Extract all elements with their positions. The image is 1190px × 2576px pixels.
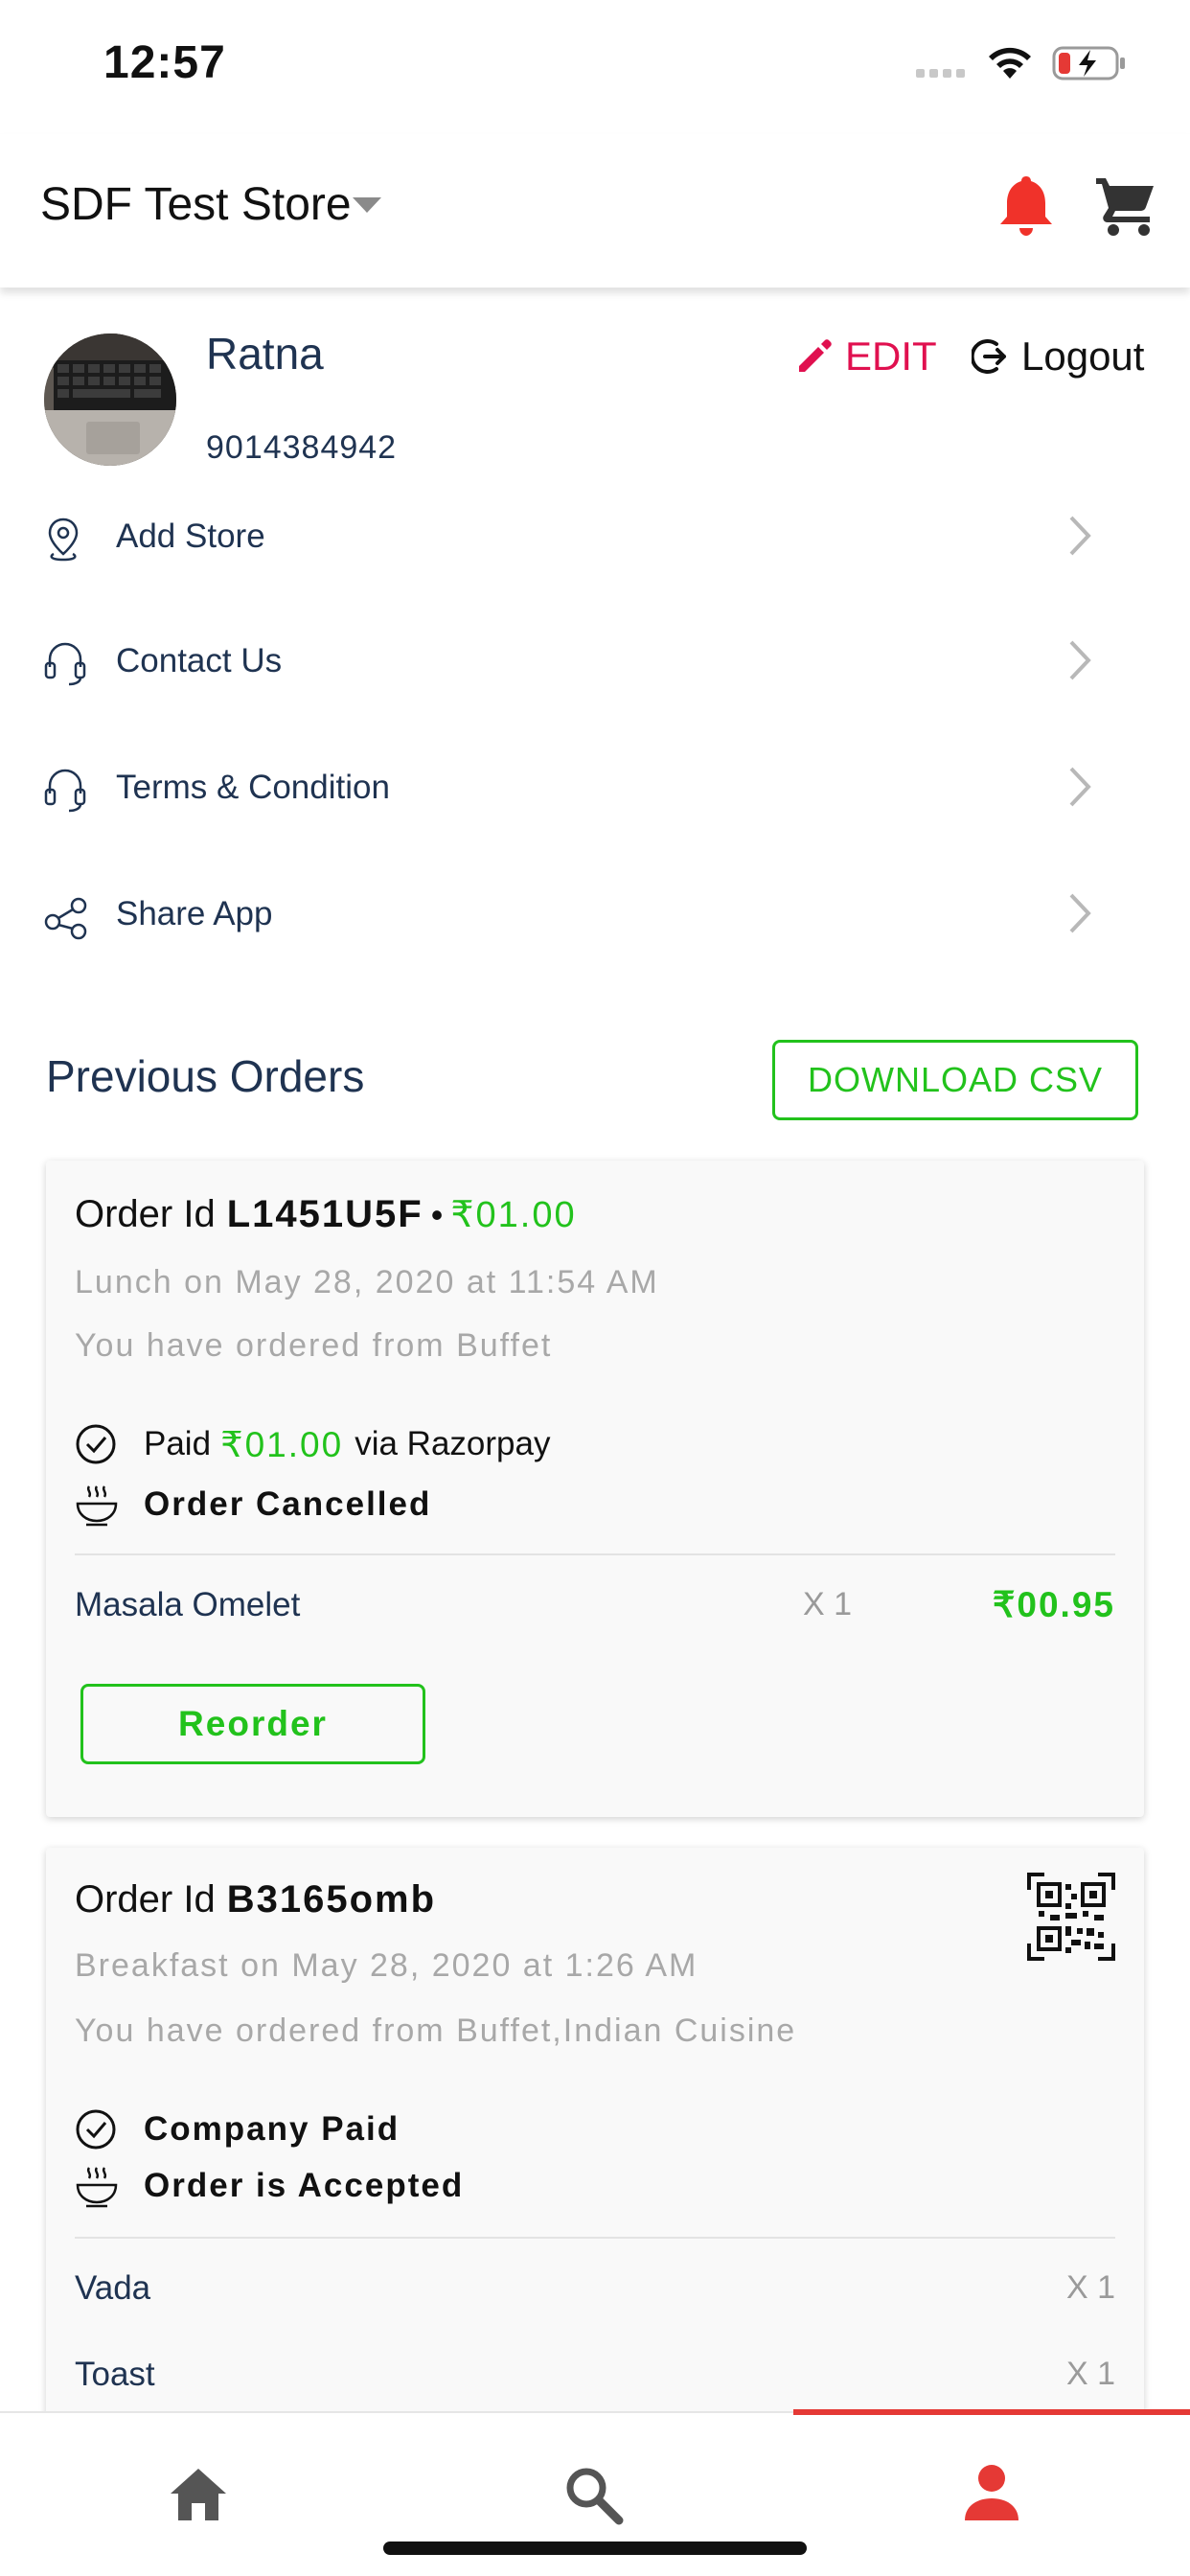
app-header: SDF Test Store xyxy=(0,134,1190,288)
payment-text: Company Paid xyxy=(144,2110,400,2148)
pencil-icon xyxy=(799,339,832,372)
profile-phone: 9014384942 xyxy=(206,429,398,466)
divider xyxy=(75,1553,1115,1555)
store-selector[interactable]: SDF Test Store xyxy=(40,178,352,231)
order-id-prefix: Order Id xyxy=(75,1193,216,1235)
status-bar: 12:57 xyxy=(0,0,1190,129)
order-id: L1451U5F xyxy=(226,1193,423,1235)
profile-icon[interactable] xyxy=(962,2463,1021,2522)
edit-label: EDIT xyxy=(845,334,937,379)
order-item-name: Toast xyxy=(75,2356,155,2393)
payment-amount: ₹01.00 xyxy=(220,1424,344,1464)
edit-profile-button[interactable]: EDIT xyxy=(795,334,937,380)
menu-item-add-store[interactable]: Add Store xyxy=(0,489,1190,594)
order-status-text: Order is Accepted xyxy=(144,2167,465,2204)
order-card[interactable]: Order Id B3165omb Breakfast on May 28, 2… xyxy=(46,1848,1144,2423)
qr-code-icon[interactable] xyxy=(1027,1873,1115,1961)
home-indicator xyxy=(383,2542,807,2555)
order-item-qty: X 1 xyxy=(1065,2356,1115,2392)
wifi-icon xyxy=(989,47,1031,79)
order-header: Order Id L1451U5F • ₹01.00 xyxy=(75,1193,577,1236)
profile-name: Ratna xyxy=(206,329,324,379)
share-icon xyxy=(44,897,87,940)
previous-orders-title: Previous Orders xyxy=(46,1051,365,1101)
menu-item-label: Add Store xyxy=(116,518,265,555)
payment-prefix: Paid xyxy=(144,1425,212,1462)
menu-item-label: Contact Us xyxy=(116,642,283,679)
order-id: B3165omb xyxy=(226,1878,437,1920)
menu-item-contact-us[interactable]: Contact Us xyxy=(0,613,1190,719)
avatar-laptop-image xyxy=(44,334,176,466)
order-header: Order Id B3165omb xyxy=(75,1878,436,1921)
reorder-button[interactable]: Reorder xyxy=(80,1684,425,1764)
logout-label: Logout xyxy=(1021,334,1145,379)
order-status: Order Cancelled xyxy=(75,1483,431,1527)
menu-item-label: Terms & Condition xyxy=(116,769,390,806)
order-source: You have ordered from Buffet xyxy=(75,1327,553,1364)
order-item-qty: X 1 xyxy=(1065,2269,1115,2306)
status-time: 12:57 xyxy=(103,37,226,88)
order-amount: ₹01.00 xyxy=(450,1195,577,1235)
menu-item-share-app[interactable]: Share App xyxy=(0,866,1190,972)
logout-button[interactable]: Logout xyxy=(972,334,1144,380)
headset-icon xyxy=(44,642,86,686)
bell-icon[interactable] xyxy=(996,172,1056,236)
order-source: You have ordered from Buffet,Indian Cuis… xyxy=(75,2012,797,2049)
search-icon[interactable] xyxy=(563,2465,625,2526)
order-item-name: Masala Omelet xyxy=(75,1586,301,1623)
order-meal-info: Lunch on May 28, 2020 at 11:54 AM xyxy=(75,1264,659,1300)
chevron-right-icon xyxy=(1069,640,1091,680)
order-status-text: Order Cancelled xyxy=(144,1485,432,1523)
order-item-qty: X 1 xyxy=(803,1586,853,1622)
payment-method: via Razorpay xyxy=(355,1425,551,1462)
order-id-prefix: Order Id xyxy=(75,1878,216,1920)
bottom-navigation xyxy=(0,2409,1190,2576)
logout-icon xyxy=(972,339,1006,374)
order-item-price: ₹00.95 xyxy=(992,1585,1115,1624)
order-meal-info: Breakfast on May 28, 2020 at 1:26 AM xyxy=(75,1947,698,1984)
order-item-name: Vada xyxy=(75,2269,151,2307)
location-pin-icon xyxy=(48,518,79,562)
food-bowl-icon xyxy=(76,2167,118,2208)
avatar[interactable] xyxy=(44,334,176,466)
order-card[interactable]: Order Id L1451U5F • ₹01.00 Lunch on May … xyxy=(46,1161,1144,1817)
divider xyxy=(75,2237,1115,2239)
chevron-down-icon[interactable] xyxy=(353,197,381,215)
headset-icon xyxy=(44,769,86,813)
food-bowl-icon xyxy=(76,1485,118,1527)
chevron-right-icon xyxy=(1069,767,1091,807)
menu-item-terms[interactable]: Terms & Condition xyxy=(0,740,1190,845)
check-circle-icon xyxy=(76,2109,116,2150)
menu-item-label: Share App xyxy=(116,895,273,932)
chevron-right-icon xyxy=(1069,893,1091,933)
separator-dot: • xyxy=(430,1195,444,1234)
order-status: Order is Accepted xyxy=(75,2164,464,2208)
home-icon[interactable] xyxy=(169,2467,228,2522)
download-csv-button[interactable]: DOWNLOAD CSV xyxy=(772,1040,1138,1120)
cart-icon[interactable] xyxy=(1094,174,1157,238)
check-circle-icon xyxy=(76,1424,116,1464)
battery-charging-icon xyxy=(1052,46,1125,80)
payment-status: Company Paid xyxy=(75,2108,400,2150)
active-tab-indicator xyxy=(793,2409,1190,2415)
chevron-right-icon xyxy=(1069,516,1091,556)
payment-status: Paid ₹01.00 via Razorpay xyxy=(75,1423,550,1465)
cellular-icon xyxy=(916,69,965,78)
